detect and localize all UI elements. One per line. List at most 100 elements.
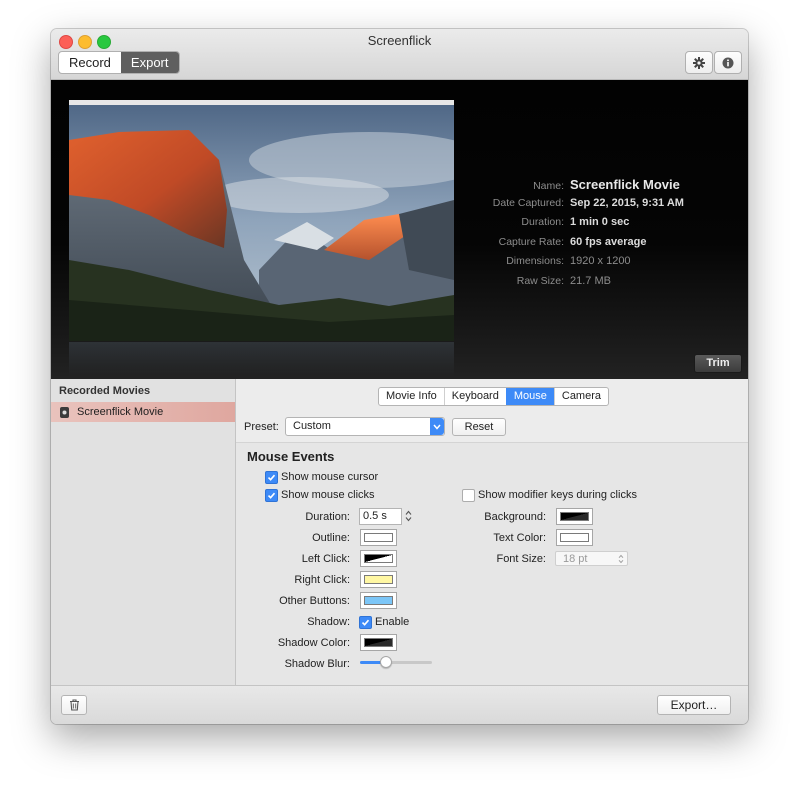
trash-icon xyxy=(69,699,79,711)
color-fill xyxy=(364,575,393,584)
preferences-button[interactable] xyxy=(685,51,713,74)
screen-menu-bar xyxy=(69,100,454,105)
slider-knob[interactable] xyxy=(380,656,392,668)
tab-camera[interactable]: Camera xyxy=(553,388,608,405)
sidebar-header: Recorded Movies xyxy=(59,385,151,397)
movie-preview-area: Name: Screenflick Movie Date Captured: S… xyxy=(51,80,748,379)
info-row-name: Name: Screenflick Movie xyxy=(411,177,731,197)
app-window: Screenflick Record Export Name: Screenfl… xyxy=(51,29,748,724)
color-fill xyxy=(560,533,589,542)
shadow-blur-slider[interactable] xyxy=(360,656,432,668)
title-bar: Screenflick Record Export xyxy=(51,29,748,80)
color-fill xyxy=(364,533,393,542)
mode-segmented-control: Record Export xyxy=(58,51,180,74)
tab-keyboard[interactable]: Keyboard xyxy=(443,388,506,405)
show-mouse-clicks-checkbox[interactable] xyxy=(265,489,278,502)
record-mode-button[interactable]: Record xyxy=(59,52,121,73)
preset-value: Custom xyxy=(293,420,331,432)
color-fill xyxy=(364,638,393,647)
reset-button[interactable]: Reset xyxy=(452,418,506,436)
info-label: Duration: xyxy=(521,216,564,228)
recorded-movies-sidebar: Recorded Movies Screenflick Movie xyxy=(51,379,236,685)
shadow-enable-checkbox[interactable] xyxy=(359,616,372,629)
text-color-label: Text Color: xyxy=(493,532,546,544)
movie-thumbnail xyxy=(69,100,454,341)
mouse-events-panel: Mouse Events Show mouse cursor Show mous… xyxy=(236,442,748,686)
movie-file-icon xyxy=(60,406,69,418)
show-modifier-keys-checkbox[interactable] xyxy=(462,489,475,502)
color-fill xyxy=(364,554,393,563)
info-label: Dimensions: xyxy=(506,255,564,267)
stepper-arrows-icon xyxy=(405,510,412,521)
left-click-color-well[interactable] xyxy=(360,550,397,567)
info-label: Capture Rate: xyxy=(498,235,564,248)
export-button[interactable]: Export… xyxy=(657,695,731,715)
export-mode-button[interactable]: Export xyxy=(120,52,179,73)
checkmark-icon xyxy=(267,492,276,499)
info-row-dimensions: Dimensions: 1920 x 1200 xyxy=(411,255,731,275)
info-label: Name: xyxy=(533,180,564,192)
info-value: 1 min 0 sec xyxy=(570,216,630,228)
shadow-enable-label: Enable xyxy=(375,616,410,628)
trim-button[interactable]: Trim xyxy=(694,354,742,373)
checkmark-icon xyxy=(267,474,276,481)
section-title: Mouse Events xyxy=(247,449,335,464)
settings-tabs: Movie Info Keyboard Mouse Camera xyxy=(378,387,609,406)
info-label: Date Captured: xyxy=(492,196,564,209)
info-value: 21.7 MB xyxy=(570,274,611,287)
font-size-value: 18 pt xyxy=(563,553,588,565)
outline-color-well[interactable] xyxy=(360,529,397,546)
info-button[interactable] xyxy=(714,51,742,74)
duration-stepper[interactable] xyxy=(404,508,413,523)
sidebar-item-screenflick-movie[interactable]: Screenflick Movie xyxy=(51,402,235,422)
checkmark-icon xyxy=(361,619,370,626)
movie-info-list: Name: Screenflick Movie Date Captured: S… xyxy=(411,177,731,294)
window-title: Screenflick xyxy=(367,33,432,48)
text-color-well[interactable] xyxy=(556,529,593,546)
color-fill xyxy=(560,512,589,521)
font-size-field[interactable]: 18 pt xyxy=(555,551,628,566)
left-click-label: Left Click: xyxy=(301,553,350,565)
bottom-bar: Export… xyxy=(51,685,748,724)
duration-label: Duration: xyxy=(305,511,350,523)
thumbnail-reflection xyxy=(69,342,454,376)
shadow-label: Shadow: xyxy=(307,616,350,628)
info-label: Raw Size: xyxy=(516,274,564,287)
settings-panel: Movie Info Keyboard Mouse Camera Preset:… xyxy=(236,379,748,686)
info-value: Sep 22, 2015, 9:31 AM xyxy=(570,196,684,209)
delete-movie-button[interactable] xyxy=(61,695,87,715)
outline-label: Outline: xyxy=(312,532,350,544)
background-color-well[interactable] xyxy=(556,508,593,525)
info-value: 60 fps average xyxy=(570,235,647,248)
other-buttons-label: Other Buttons: xyxy=(279,595,350,607)
font-size-label: Font Size: xyxy=(496,553,546,565)
background-label: Background: xyxy=(484,511,546,523)
show-mouse-cursor-label: Show mouse cursor xyxy=(281,471,379,483)
info-row-date: Date Captured: Sep 22, 2015, 9:31 AM xyxy=(411,197,731,217)
mountain-landscape-image xyxy=(69,100,454,341)
preset-label: Preset: xyxy=(244,421,279,433)
right-click-color-well[interactable] xyxy=(360,571,397,588)
info-row-duration: Duration: 1 min 0 sec xyxy=(411,216,731,236)
gear-icon xyxy=(693,56,705,69)
show-mouse-cursor-checkbox[interactable] xyxy=(265,471,278,484)
stepper-arrows-icon xyxy=(618,554,624,564)
chevron-down-icon xyxy=(430,418,444,435)
other-buttons-color-well[interactable] xyxy=(360,592,397,609)
info-value: Screenflick Movie xyxy=(570,177,680,192)
info-icon xyxy=(722,57,734,68)
sidebar-item-label: Screenflick Movie xyxy=(77,406,164,418)
shadow-color-well[interactable] xyxy=(360,634,397,651)
preset-select[interactable]: Custom xyxy=(285,417,445,436)
show-modifier-keys-label: Show modifier keys during clicks xyxy=(478,489,637,501)
info-value: 1920 x 1200 xyxy=(570,255,631,267)
right-click-label: Right Click: xyxy=(294,574,350,586)
tab-movie-info[interactable]: Movie Info xyxy=(379,388,444,405)
color-fill xyxy=(364,596,393,605)
duration-field[interactable]: 0.5 s xyxy=(359,508,402,525)
info-row-capture-rate: Capture Rate: 60 fps average xyxy=(411,236,731,256)
tab-mouse[interactable]: Mouse xyxy=(505,388,554,405)
info-row-raw-size: Raw Size: 21.7 MB xyxy=(411,275,731,295)
show-mouse-clicks-label: Show mouse clicks xyxy=(281,489,375,501)
shadow-blur-label: Shadow Blur: xyxy=(284,658,350,670)
